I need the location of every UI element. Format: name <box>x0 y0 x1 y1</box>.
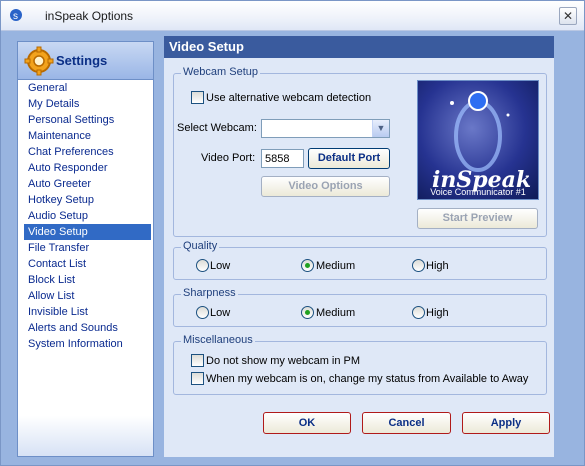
quality-medium-radio[interactable] <box>301 259 314 272</box>
sharpness-medium-radio[interactable] <box>301 306 314 319</box>
inspeak-logo-image: inSpeak Voice Communicator #1 <box>417 80 539 200</box>
webcam-setup-group: Webcam Setup Use alternative webcam dete… <box>173 66 547 237</box>
quality-medium-label: Medium <box>316 260 356 272</box>
sidebar-item-my-details[interactable]: My Details <box>24 96 151 112</box>
sidebar-item-contact-list[interactable]: Contact List <box>24 256 151 272</box>
default-port-button[interactable]: Default Port <box>308 148 390 169</box>
sidebar-item-system-information[interactable]: System Information <box>24 336 151 352</box>
miscellaneous-group: Miscellaneous Do not show my webcam in P… <box>173 334 547 395</box>
quality-high-radio[interactable] <box>412 259 425 272</box>
sharpness-low-radio[interactable] <box>196 306 209 319</box>
alt-webcam-detection-label: Use alternative webcam detection <box>206 92 372 104</box>
sidebar-footer <box>18 416 153 456</box>
sidebar-title: Settings <box>56 53 108 68</box>
quality-label: Quality <box>181 240 220 252</box>
webcam-select[interactable]: ▼ <box>261 119 390 138</box>
title-bar[interactable]: s inSpeak Options ✕ <box>1 1 584 31</box>
alt-webcam-detection-checkbox[interactable] <box>191 91 204 104</box>
sharpness-high-label: High <box>426 307 449 319</box>
close-button[interactable]: ✕ <box>559 7 577 25</box>
settings-nav-list: General My Details Personal Settings Mai… <box>24 80 151 352</box>
brand-tagline: Voice Communicator #1 <box>430 187 526 197</box>
away-status-on-webcam-label: When my webcam is on, change my status f… <box>206 373 529 385</box>
webcam-setup-label: Webcam Setup <box>181 66 261 78</box>
gear-icon <box>24 46 54 76</box>
sidebar-item-video-setup[interactable]: Video Setup <box>24 224 151 240</box>
sidebar-item-maintenance[interactable]: Maintenance <box>24 128 151 144</box>
away-status-on-webcam-checkbox[interactable] <box>191 372 204 385</box>
settings-sidebar: Settings General My Details Personal Set… <box>17 41 154 457</box>
quality-low-radio[interactable] <box>196 259 209 272</box>
select-webcam-label: Select Webcam: <box>177 122 257 134</box>
quality-low-label: Low <box>210 260 231 272</box>
miscellaneous-label: Miscellaneous <box>181 334 255 346</box>
options-window: s inSpeak Options ✕ Settings General My … <box>0 0 585 466</box>
sidebar-item-block-list[interactable]: Block List <box>24 272 151 288</box>
sidebar-item-allow-list[interactable]: Allow List <box>24 288 151 304</box>
quality-high-label: High <box>426 260 449 272</box>
start-preview-button[interactable]: Start Preview <box>417 208 538 229</box>
video-options-button[interactable]: Video Options <box>261 176 390 197</box>
sidebar-item-general[interactable]: General <box>24 80 151 96</box>
ok-button[interactable]: OK <box>263 412 351 434</box>
sidebar-item-file-transfer[interactable]: File Transfer <box>24 240 151 256</box>
app-icon: s <box>10 9 22 22</box>
video-setup-panel: Webcam Setup Use alternative webcam dete… <box>164 58 554 457</box>
apply-button[interactable]: Apply <box>462 412 550 434</box>
sidebar-item-hotkey-setup[interactable]: Hotkey Setup <box>24 192 151 208</box>
sharpness-low-label: Low <box>210 307 231 319</box>
cancel-button[interactable]: Cancel <box>362 412 451 434</box>
hide-webcam-in-pm-label: Do not show my webcam in PM <box>206 355 361 367</box>
sharpness-group: Sharpness Low Medium High <box>173 287 547 327</box>
sidebar-item-auto-responder[interactable]: Auto Responder <box>24 160 151 176</box>
chevron-down-icon[interactable]: ▼ <box>372 120 389 137</box>
window-title: inSpeak Options <box>45 9 134 23</box>
svg-text:s: s <box>13 11 18 22</box>
hide-webcam-in-pm-checkbox[interactable] <box>191 354 204 367</box>
sidebar-item-auto-greeter[interactable]: Auto Greeter <box>24 176 151 192</box>
video-port-input[interactable] <box>261 149 304 168</box>
sharpness-high-radio[interactable] <box>412 306 425 319</box>
sharpness-label: Sharpness <box>181 287 238 299</box>
sidebar-header: Settings <box>18 42 153 80</box>
sidebar-item-personal-settings[interactable]: Personal Settings <box>24 112 151 128</box>
sharpness-medium-label: Medium <box>316 307 356 319</box>
sidebar-item-alerts-and-sounds[interactable]: Alerts and Sounds <box>24 320 151 336</box>
sidebar-item-audio-setup[interactable]: Audio Setup <box>24 208 151 224</box>
sidebar-item-invisible-list[interactable]: Invisible List <box>24 304 151 320</box>
quality-group: Quality Low Medium High <box>173 240 547 280</box>
sidebar-item-chat-preferences[interactable]: Chat Preferences <box>24 144 151 160</box>
video-port-label: Video Port: <box>201 152 256 164</box>
page-title: Video Setup <box>164 36 554 58</box>
